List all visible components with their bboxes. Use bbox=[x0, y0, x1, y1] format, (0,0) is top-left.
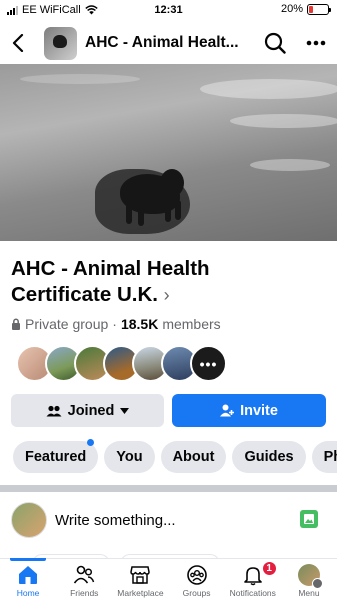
nav-friends[interactable]: Friends bbox=[56, 559, 112, 600]
photo-button[interactable] bbox=[300, 510, 318, 528]
sand-ripple bbox=[20, 74, 140, 84]
group-thumbnail[interactable] bbox=[44, 26, 77, 60]
more-horizontal-icon bbox=[306, 40, 326, 46]
tab-you[interactable]: You bbox=[104, 441, 155, 473]
tab-featured[interactable]: Featured bbox=[13, 439, 99, 473]
lock-icon bbox=[12, 318, 20, 330]
post-composer[interactable]: Write something... bbox=[0, 492, 337, 548]
battery-status: 20% bbox=[280, 3, 331, 15]
dog-leg bbox=[138, 206, 144, 226]
dog-leg bbox=[126, 204, 132, 224]
more-button[interactable] bbox=[300, 22, 332, 64]
search-button[interactable] bbox=[259, 22, 291, 64]
chevron-right-icon: › bbox=[163, 285, 170, 305]
more-members-dots: ••• bbox=[199, 355, 218, 372]
groups-icon bbox=[186, 565, 207, 585]
sand-ripple bbox=[250, 159, 330, 171]
nav-menu[interactable]: Menu bbox=[281, 559, 337, 600]
battery-percent: 20% bbox=[280, 3, 303, 15]
privacy-label: Private group bbox=[25, 316, 109, 332]
nav-label: Notifications bbox=[229, 588, 276, 598]
section-divider bbox=[0, 485, 337, 492]
nav-label: Menu bbox=[298, 588, 320, 598]
battery-fill bbox=[309, 5, 313, 13]
group-page: EE WiFiCall 12:31 20% AHC - Animal Healt… bbox=[0, 0, 337, 600]
more-members-avatar: ••• bbox=[190, 345, 227, 382]
invite-button[interactable]: Invite bbox=[172, 394, 326, 427]
composer-prompt[interactable]: Write something... bbox=[55, 512, 176, 529]
cover-photo[interactable] bbox=[0, 64, 337, 241]
search-icon bbox=[264, 32, 286, 54]
notification-badge: 1 bbox=[261, 561, 277, 576]
nav-home[interactable]: Home bbox=[0, 558, 56, 600]
back-button[interactable] bbox=[0, 22, 36, 64]
tab-photos[interactable]: Ph bbox=[311, 441, 337, 473]
photo-icon bbox=[304, 514, 314, 524]
tab-label: Guides bbox=[244, 449, 294, 465]
sand-ripple bbox=[230, 114, 337, 128]
meta-separator: · bbox=[112, 316, 117, 332]
group-name-text: AHC - Animal Health Certificate U.K. bbox=[11, 257, 210, 306]
people-icon bbox=[46, 405, 62, 416]
members-label[interactable]: members bbox=[162, 316, 220, 332]
bell-icon bbox=[243, 567, 262, 586]
nav-label: Groups bbox=[182, 588, 211, 598]
nav-marketplace[interactable]: Marketplace bbox=[112, 559, 168, 600]
tab-label: About bbox=[172, 449, 215, 465]
member-count[interactable]: 18.5K bbox=[121, 316, 158, 332]
profile-avatar bbox=[297, 564, 323, 589]
battery-icon bbox=[307, 3, 331, 15]
nav-groups[interactable]: Groups bbox=[169, 559, 225, 600]
nav-label: Friends bbox=[70, 588, 99, 598]
dog-head bbox=[160, 169, 184, 197]
tab-about[interactable]: About bbox=[160, 441, 227, 473]
group-tabs: Featured You About Guides Ph bbox=[13, 439, 337, 473]
menu-icon bbox=[311, 578, 323, 589]
home-icon bbox=[19, 566, 38, 584]
sand-ripple bbox=[200, 79, 337, 99]
member-avatars[interactable]: ••• bbox=[16, 345, 227, 383]
header-title[interactable]: AHC - Animal Healt... bbox=[85, 34, 255, 52]
my-avatar[interactable] bbox=[11, 502, 47, 538]
add-person-icon bbox=[220, 404, 235, 417]
tab-guides[interactable]: Guides bbox=[232, 441, 306, 473]
bottom-navigation: Home Friends Marketplace Groups 1 Notifi… bbox=[0, 558, 337, 600]
nav-notifications[interactable]: 1 Notifications bbox=[225, 559, 281, 600]
friends-icon bbox=[74, 565, 95, 584]
marketplace-icon bbox=[130, 566, 151, 584]
dog-leg bbox=[175, 200, 181, 220]
chevron-left-icon bbox=[12, 34, 24, 52]
nav-label: Home bbox=[16, 588, 40, 598]
dog-leg bbox=[165, 202, 171, 222]
joined-button[interactable]: Joined bbox=[11, 394, 164, 427]
invite-label: Invite bbox=[240, 402, 278, 419]
group-name[interactable]: AHC - Animal Health Certificate U.K. › bbox=[11, 256, 311, 308]
status-bar: EE WiFiCall 12:31 20% bbox=[0, 0, 337, 22]
tab-label: You bbox=[116, 449, 143, 465]
caret-down-icon bbox=[120, 407, 130, 414]
notification-dot bbox=[87, 439, 95, 446]
tab-label: Ph bbox=[323, 449, 337, 465]
nav-label: Marketplace bbox=[117, 588, 164, 598]
joined-label: Joined bbox=[67, 402, 115, 419]
tab-label: Featured bbox=[25, 449, 87, 465]
dog-silhouette bbox=[53, 34, 67, 48]
group-meta: Private group · 18.5K members bbox=[11, 316, 221, 332]
